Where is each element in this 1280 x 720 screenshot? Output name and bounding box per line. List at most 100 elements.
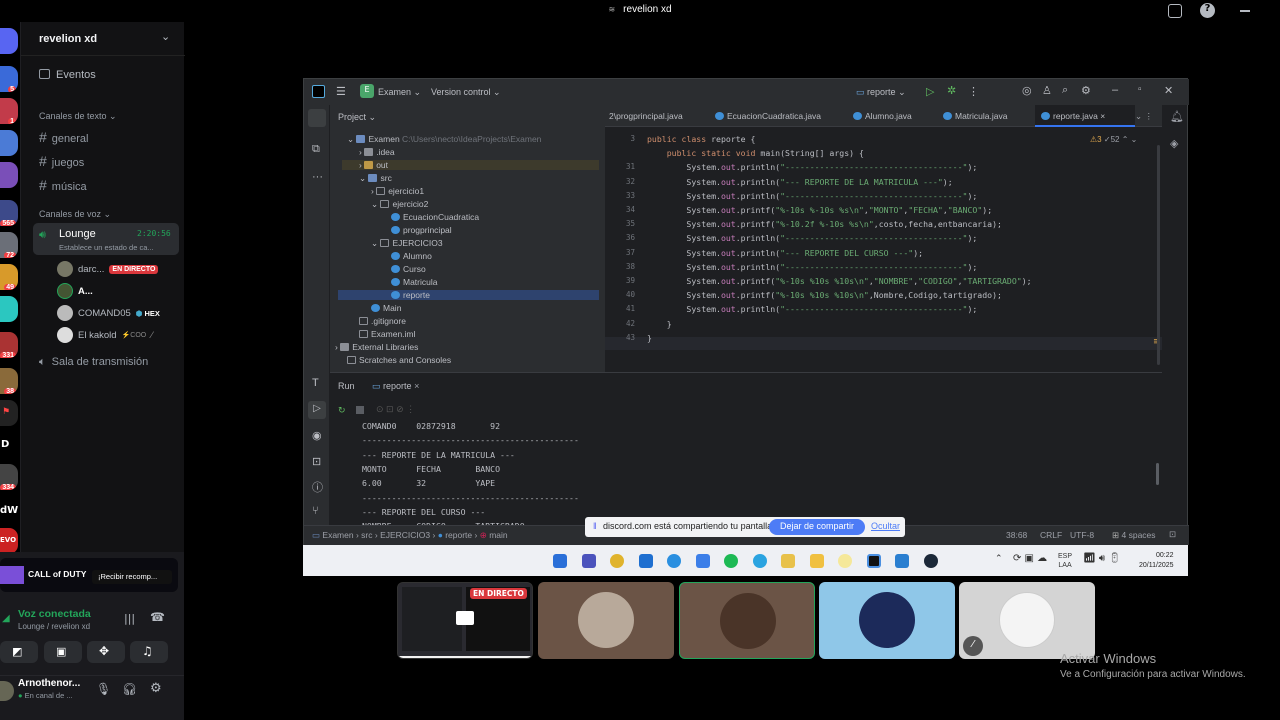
server-icon[interactable]: 72 <box>0 232 18 258</box>
events-link[interactable]: Eventos <box>39 69 96 81</box>
server-icon[interactable] <box>0 162 18 188</box>
ai-assistant-icon[interactable]: ◈ <box>1170 137 1178 150</box>
run-tool-icon[interactable]: ▷ <box>308 401 326 419</box>
code-line[interactable]: System.out.println("--------------------… <box>647 262 977 272</box>
user-name[interactable]: Arnothenor... <box>18 678 80 689</box>
code-line[interactable]: System.out.println("--- REPORTE DE LA MA… <box>647 177 952 187</box>
editor-tab[interactable]: EcuacionCuadratica.java <box>715 105 821 127</box>
server-icon[interactable]: 331 <box>0 332 18 358</box>
notifications-icon[interactable]: 🔔︎ <box>1170 110 1184 123</box>
scrollbar[interactable] <box>1157 145 1160 365</box>
code-line[interactable]: public class reporte { <box>647 134 755 144</box>
user-icon[interactable]: ♙ <box>1042 84 1052 97</box>
teams-icon[interactable] <box>582 554 596 568</box>
terminal-icon[interactable]: T <box>312 377 319 389</box>
inspection-widget[interactable]: ⚠3 ✓52 ⌃ ⌄ <box>1090 135 1137 144</box>
activities-button[interactable]: ✥ <box>87 641 125 663</box>
language-indicator[interactable]: ESP LAA <box>1058 552 1072 570</box>
editor-tab[interactable]: 2\progprincipal.java <box>609 105 683 127</box>
debug-icon[interactable]: ✲ <box>947 84 956 97</box>
server-icon[interactable]: 38 <box>0 368 18 394</box>
promo-banner[interactable]: CALL of DUTY ¡Recibir recomp... <box>0 558 178 592</box>
project-selector[interactable]: Examen ⌄ <box>378 87 421 98</box>
indent-setting[interactable]: ⊞ 4 spaces <box>1112 530 1156 541</box>
avatar[interactable] <box>0 681 14 701</box>
code-line[interactable]: System.out.printf("%-10.2f %-10s %s\n",c… <box>647 219 1002 229</box>
close-icon[interactable]: ✕ <box>1164 84 1173 97</box>
tree-item[interactable]: › External Libraries <box>335 342 418 352</box>
code-line[interactable]: public static void main(String[] args) { <box>647 148 864 158</box>
server-icon[interactable]: EVO <box>0 528 18 554</box>
channel-musica[interactable]: # música <box>39 177 87 193</box>
file-encoding[interactable]: UTF-8 <box>1070 530 1094 540</box>
stage-channel[interactable]: 🔈︎ Sala de transmisión <box>39 356 148 369</box>
project-panel-title[interactable]: Project ⌄ <box>338 112 376 123</box>
vscode-icon[interactable] <box>895 554 909 568</box>
tray-chevron-icon[interactable]: ⌃ <box>995 554 1003 564</box>
gear-icon[interactable]: ⚙ <box>1081 84 1091 97</box>
server-icon[interactable] <box>0 130 18 156</box>
intellij-icon[interactable] <box>867 554 881 568</box>
code-line[interactable]: System.out.println("--- REPORTE DEL CURS… <box>647 248 923 258</box>
code-line[interactable]: System.out.println("--------------------… <box>647 162 977 172</box>
terminal-icon[interactable]: ⊡ <box>312 455 321 468</box>
ai-icon[interactable]: ◎ <box>1022 84 1032 97</box>
code-editor[interactable]: 2\progprincipal.java EcuacionCuadratica.… <box>605 105 1162 372</box>
problems-icon[interactable]: ⓘ <box>312 479 323 495</box>
camera-button[interactable]: ◩ <box>0 641 38 663</box>
tree-item[interactable]: › ejercicio1 <box>371 186 424 196</box>
code-line[interactable]: System.out.println("--------------------… <box>647 191 977 201</box>
editor-tab[interactable]: Alumno.java <box>853 105 912 127</box>
server-icon[interactable]: 49 <box>0 264 18 290</box>
stream-tile[interactable]: EN DIRECTO <box>397 582 533 659</box>
tree-item[interactable]: Examen.iml <box>359 329 415 339</box>
search-icon[interactable]: ⌕ <box>1062 84 1068 97</box>
disconnect-icon[interactable]: ☎︎ <box>150 610 165 624</box>
rerun-icon[interactable]: ↻ <box>338 406 346 416</box>
participant-tile-speaking[interactable] <box>679 582 815 659</box>
editor-tab-active[interactable]: reporte.java × <box>1035 105 1135 127</box>
voice-channel-lounge[interactable]: 🔊︎ Lounge 2:20:56 Establece un estado de… <box>33 223 179 255</box>
git-icon[interactable]: ⑂ <box>312 505 319 517</box>
minimize-icon[interactable] <box>1240 10 1250 12</box>
start-icon[interactable] <box>553 554 567 568</box>
code-line[interactable]: } <box>647 333 652 343</box>
more-icon[interactable]: ··· <box>312 171 323 183</box>
participant-tile[interactable] <box>538 582 674 659</box>
promo-button[interactable]: ¡Recibir recomp... <box>92 570 172 584</box>
project-tool-icon[interactable] <box>308 109 326 127</box>
services-icon[interactable]: ◉ <box>312 429 322 442</box>
server-icon[interactable]: D <box>0 432 18 458</box>
scrollbar[interactable] <box>1156 463 1159 485</box>
channel-juegos[interactable]: # juegos <box>39 153 84 169</box>
channel-general[interactable]: # general <box>39 129 89 145</box>
folder-icon[interactable] <box>810 554 824 568</box>
server-icon[interactable]: dW <box>0 498 18 524</box>
more-icon[interactable]: ⋮ <box>968 85 979 98</box>
lock-icon[interactable]: ⊡ <box>1169 529 1176 540</box>
voice-status[interactable]: Voz conectada <box>18 608 91 620</box>
voice-user[interactable]: darc... EN DIRECTO <box>57 261 159 277</box>
steam-icon[interactable] <box>924 554 938 568</box>
text-category[interactable]: Canales de texto ⌄ <box>39 111 117 122</box>
tree-item[interactable]: ⌄ ejercicio2 <box>371 199 428 210</box>
voice-category[interactable]: Canales de voz ⌄ <box>39 209 111 220</box>
tree-item[interactable]: ⌄ src <box>359 173 392 184</box>
run-config-selector[interactable]: ▭ reporte ⌄ <box>856 87 906 98</box>
tabs-menu-icon[interactable]: ⌄ ⋮ <box>1135 105 1153 127</box>
tree-item[interactable]: .gitignore <box>359 316 406 326</box>
code-line[interactable]: } <box>647 319 672 329</box>
tree-item[interactable]: › .idea <box>359 147 395 157</box>
tree-item[interactable]: Alumno <box>391 251 432 261</box>
tree-item[interactable]: progprincipal <box>391 225 452 235</box>
home-icon[interactable] <box>0 28 18 54</box>
structure-icon[interactable]: ⧉ <box>312 143 320 156</box>
minimize-icon[interactable]: – <box>1112 84 1118 96</box>
mic-icon[interactable]: 🎙︎ <box>96 682 111 696</box>
tree-item[interactable]: Curso <box>391 264 426 274</box>
tree-item[interactable]: ⌄ EJERCICIO3 <box>371 238 443 249</box>
app-icon[interactable] <box>838 554 852 568</box>
tree-item[interactable]: EcuacionCuadratica <box>391 212 479 222</box>
participant-tile[interactable]: ⁄ <box>959 582 1095 659</box>
code-line[interactable]: System.out.printf("%-10s %10s %10s\n","N… <box>647 276 1031 286</box>
